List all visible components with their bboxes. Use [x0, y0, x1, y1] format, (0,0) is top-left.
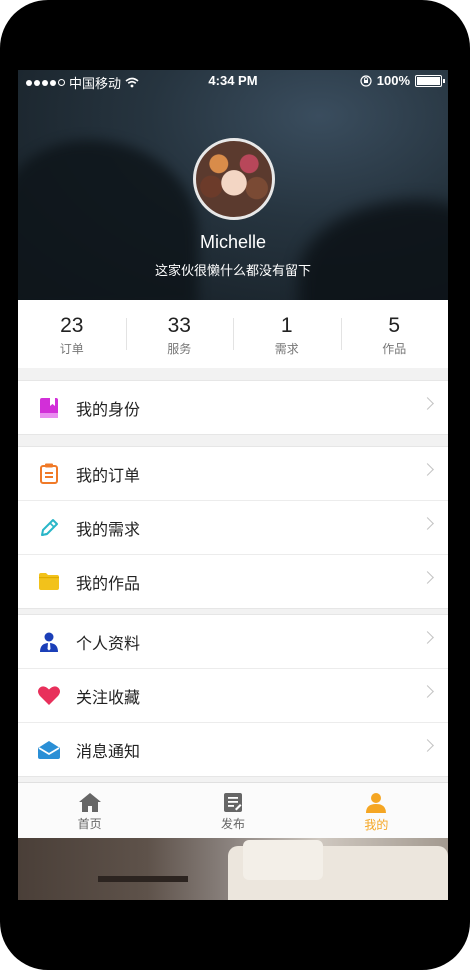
menu-group-identity: 我的身份	[18, 380, 448, 435]
photo-cushion	[243, 840, 323, 880]
menu-item-identity[interactable]: 我的身份	[18, 381, 448, 434]
home-icon	[78, 793, 101, 812]
status-right: 100%	[360, 73, 445, 88]
stat-label: 服务	[167, 342, 192, 356]
menu-item-orders[interactable]: 我的订单	[18, 447, 448, 500]
menu-item-label: 消息通知	[76, 741, 141, 761]
envelope-icon	[38, 739, 60, 761]
stat-orders[interactable]: 23 订单	[18, 300, 126, 368]
tab-label: 发布	[220, 817, 245, 831]
user-name: Michelle	[199, 232, 267, 252]
stat-works[interactable]: 5 作品	[340, 300, 449, 368]
phone-frame: 中国移动 4:34 PM 100% Michelle 这家伙很懒什么都没有留下 …	[0, 0, 470, 970]
tab-label: 首页	[77, 817, 102, 831]
stat-requests[interactable]: 1 需求	[233, 300, 341, 368]
menu-item-label: 关注收藏	[76, 687, 141, 707]
tab-label: 我的	[364, 818, 389, 832]
photo-table	[98, 876, 188, 882]
chevron-right-icon	[421, 739, 434, 752]
menu-item-requests[interactable]: 我的需求	[18, 500, 448, 554]
battery-percent: 100%	[376, 73, 410, 88]
person-icon	[38, 631, 60, 653]
menu-group-personal: 个人资料 关注收藏 消息通知	[18, 614, 448, 777]
publish-icon	[223, 793, 242, 812]
bookmark-book-icon	[38, 397, 60, 419]
folder-icon	[38, 571, 60, 593]
stat-value: 33	[167, 314, 191, 337]
stats-bar: 23 订单 33 服务 1 需求 5 作品	[18, 300, 448, 368]
stat-services[interactable]: 33 服务	[125, 300, 234, 368]
menu-item-works[interactable]: 我的作品	[18, 554, 448, 608]
menu-item-label: 我的需求	[76, 519, 141, 539]
rotation-lock-icon	[360, 74, 372, 87]
tab-publish[interactable]: 发布	[161, 783, 304, 839]
chevron-right-icon	[421, 463, 434, 476]
clipboard-icon	[38, 463, 60, 485]
menu-item-label: 个人资料	[76, 633, 141, 653]
menu-item-favorites[interactable]: 关注收藏	[18, 668, 448, 722]
stat-value: 5	[388, 314, 401, 337]
user-icon	[366, 793, 387, 813]
background-photo	[18, 838, 448, 900]
chevron-right-icon	[421, 517, 434, 530]
chevron-right-icon	[421, 571, 434, 584]
pencil-icon	[38, 517, 60, 539]
stat-value: 23	[60, 314, 84, 337]
profile-header: 中国移动 4:34 PM 100% Michelle 这家伙很懒什么都没有留下	[18, 70, 448, 300]
menu-item-label: 我的身份	[76, 399, 141, 419]
stat-label: 作品	[382, 342, 407, 356]
menu-item-label: 我的作品	[76, 573, 141, 593]
tab-home[interactable]: 首页	[18, 783, 161, 839]
menu-item-notifications[interactable]: 消息通知	[18, 722, 448, 776]
menu-group-work: 我的订单 我的需求 我的作品	[18, 446, 448, 609]
tab-mine[interactable]: 我的	[305, 783, 448, 839]
chevron-right-icon	[421, 397, 434, 410]
battery-icon	[415, 74, 445, 87]
chevron-right-icon	[421, 685, 434, 698]
menu-item-label: 我的订单	[76, 465, 141, 485]
app-screen: 中国移动 4:34 PM 100% Michelle 这家伙很懒什么都没有留下 …	[18, 70, 448, 900]
stat-label: 订单	[59, 342, 84, 356]
avatar[interactable]	[193, 138, 275, 220]
tab-bar: 首页 发布 我的	[18, 782, 448, 839]
stat-label: 需求	[274, 342, 299, 356]
heart-icon	[38, 685, 60, 707]
status-bar: 中国移动 4:34 PM 100%	[18, 70, 448, 92]
menu-item-profile-info[interactable]: 个人资料	[18, 615, 448, 668]
chevron-right-icon	[421, 631, 434, 644]
stat-value: 1	[280, 314, 293, 337]
user-tagline: 这家伙很懒什么都没有留下	[154, 264, 311, 279]
